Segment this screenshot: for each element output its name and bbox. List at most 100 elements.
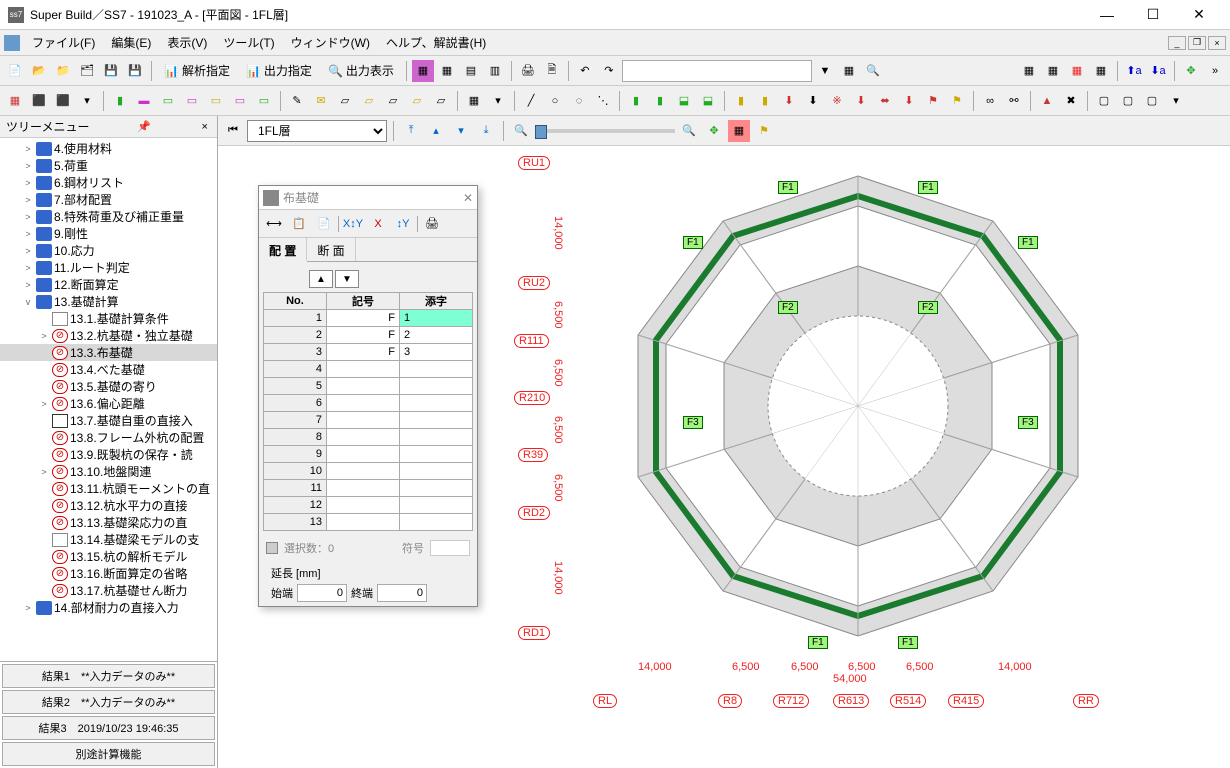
tb-icon-d[interactable]: ▥: [484, 60, 506, 82]
pen-icon[interactable]: ✎: [286, 90, 308, 112]
minimize-button[interactable]: ―: [1084, 0, 1130, 30]
tool-3[interactable]: ⬛: [52, 90, 74, 112]
tb-icon-c[interactable]: ▤: [460, 60, 482, 82]
x-icon[interactable]: ✖: [1060, 90, 1082, 112]
tree-node[interactable]: >10.応力: [0, 242, 217, 259]
grid2-icon[interactable]: ▦: [1042, 60, 1064, 82]
tool-2[interactable]: ⬛: [28, 90, 50, 112]
tree-node[interactable]: >12.断面算定: [0, 276, 217, 293]
shp4[interactable]: ▱: [382, 90, 404, 112]
ftb-1[interactable]: ⟷: [263, 214, 285, 234]
tab-placement[interactable]: 配 置: [259, 238, 307, 262]
menu-help[interactable]: ヘルプ、解説書(H): [378, 30, 494, 55]
tree-node[interactable]: >7.部材配置: [0, 191, 217, 208]
shp7[interactable]: ▾: [487, 90, 509, 112]
tree-node[interactable]: >⊘13.2.杭基礎・独立基礎: [0, 327, 217, 344]
result2-button[interactable]: 結果2 **入力データのみ**: [2, 690, 215, 714]
pin-icon[interactable]: 📌: [134, 120, 154, 133]
tri-icon[interactable]: ▲: [1036, 90, 1058, 112]
tree-node[interactable]: ⊘13.9.既製杭の保存・読: [0, 446, 217, 463]
grid3-icon[interactable]: ▦: [1066, 60, 1088, 82]
r8[interactable]: ⚑: [946, 90, 968, 112]
arrow-up-icon[interactable]: ⬆a: [1123, 60, 1145, 82]
zoom-in-icon[interactable]: 🔍: [678, 120, 700, 142]
tool-4[interactable]: ▾: [76, 90, 98, 112]
print-icon[interactable]: 🖨: [517, 60, 539, 82]
zoom-slider[interactable]: [535, 129, 675, 133]
nav-down-icon[interactable]: ▾: [450, 120, 472, 142]
shp5[interactable]: ▱: [406, 90, 428, 112]
col-grn3[interactable]: ▭: [253, 90, 275, 112]
nav-down-arrow[interactable]: ▼: [335, 270, 359, 288]
tree-node[interactable]: ⊘13.11.杭頭モーメントの直: [0, 480, 217, 497]
g3[interactable]: ⬓: [673, 90, 695, 112]
g2[interactable]: ▮: [649, 90, 671, 112]
tab-section[interactable]: 断 面: [307, 238, 355, 261]
tree-node[interactable]: >14.部材耐力の直接入力: [0, 599, 217, 616]
ftb-3[interactable]: 📄: [313, 214, 335, 234]
tree-node[interactable]: ⊘13.8.フレーム外杭の配置: [0, 429, 217, 446]
menu-view[interactable]: 表示(V): [159, 30, 215, 55]
result3-button[interactable]: 結果3 2019/10/23 19:46:35: [2, 716, 215, 740]
tree-node[interactable]: ⊘13.3.布基礎: [0, 344, 217, 361]
r5[interactable]: ⬌: [874, 90, 896, 112]
nav-up-icon[interactable]: ▴: [425, 120, 447, 142]
circ2[interactable]: ◌: [568, 90, 590, 112]
sq3[interactable]: ▢: [1141, 90, 1163, 112]
menu-file[interactable]: ファイル(F): [24, 30, 103, 55]
cir-icon[interactable]: ○: [544, 90, 566, 112]
ftb-xy[interactable]: X↕Y: [342, 214, 364, 234]
close-button[interactable]: ✕: [1176, 0, 1222, 30]
menu-tool[interactable]: ツール(T): [215, 30, 282, 55]
save-icon[interactable]: 💾: [100, 60, 122, 82]
tree-node[interactable]: 13.14.基礎梁モデルの支: [0, 531, 217, 548]
search-input[interactable]: [622, 60, 812, 82]
tree-node[interactable]: ⊘13.5.基礎の寄り: [0, 378, 217, 395]
tree-node[interactable]: v13.基礎計算: [0, 293, 217, 310]
foundation-table[interactable]: No. 記号 添字 1F12F23F345678910111213: [263, 292, 473, 531]
tree-node[interactable]: >6.鋼材リスト: [0, 174, 217, 191]
nav-up-arrow[interactable]: ▲: [309, 270, 333, 288]
ftb-y[interactable]: ↕Y: [392, 214, 414, 234]
link-icon[interactable]: ∞: [979, 90, 1001, 112]
new-icon[interactable]: 📄: [4, 60, 26, 82]
tb-icon-a[interactable]: ▦: [412, 60, 434, 82]
end-input[interactable]: [377, 584, 427, 602]
extra-calc-button[interactable]: 別途計算機能: [2, 742, 215, 766]
menu-edit[interactable]: 編集(E): [103, 30, 159, 55]
chain-icon[interactable]: ⚯: [1003, 90, 1025, 112]
preview-icon[interactable]: 🗎: [541, 60, 563, 82]
sq1[interactable]: ▢: [1093, 90, 1115, 112]
analysis-spec-button[interactable]: 📊 解析指定: [157, 60, 237, 82]
sq4[interactable]: ▾: [1165, 90, 1187, 112]
start-input[interactable]: [297, 584, 347, 602]
dot-icon[interactable]: ⋱: [592, 90, 614, 112]
g1[interactable]: ▮: [625, 90, 647, 112]
grid1-icon[interactable]: ▦: [1018, 60, 1040, 82]
y2[interactable]: ▮: [754, 90, 776, 112]
output-view-button[interactable]: 🔍 出力表示: [321, 60, 401, 82]
ftb-print[interactable]: 🖨: [421, 214, 443, 234]
tree-node[interactable]: ⊘13.4.べた基礎: [0, 361, 217, 378]
r2[interactable]: ⬇: [802, 90, 824, 112]
mdi-minimize[interactable]: _: [1168, 36, 1186, 50]
col-yel[interactable]: ▭: [205, 90, 227, 112]
search-go-icon[interactable]: ▼: [814, 60, 836, 82]
env-icon[interactable]: ✉: [310, 90, 332, 112]
pan-icon[interactable]: ✥: [703, 120, 725, 142]
strip-foundation-dialog[interactable]: 布基礎 ✕ ⟷ 📋 📄 X↕Y X ↕Y 🖨 配 置 断 面 ▲ ▼ No. 記…: [258, 185, 478, 607]
g4[interactable]: ⬓: [697, 90, 719, 112]
line-icon[interactable]: ╱: [520, 90, 542, 112]
tree-node[interactable]: 13.1.基礎計算条件: [0, 310, 217, 327]
nav-first-icon[interactable]: ⏮: [222, 120, 244, 142]
y1[interactable]: ▮: [730, 90, 752, 112]
nav-top-icon[interactable]: ⤒: [400, 120, 422, 142]
result1-button[interactable]: 結果1 **入力データのみ**: [2, 664, 215, 688]
nav-bottom-icon[interactable]: ⤓: [475, 120, 497, 142]
sidebar-close-icon[interactable]: ×: [199, 121, 211, 133]
tree-node[interactable]: >11.ルート判定: [0, 259, 217, 276]
move-icon[interactable]: ✥: [1180, 60, 1202, 82]
tree-node[interactable]: ⊘13.17.杭基礎せん断力: [0, 582, 217, 599]
zoom-out-icon[interactable]: 🔍: [510, 120, 532, 142]
tree-node[interactable]: >4.使用材料: [0, 140, 217, 157]
